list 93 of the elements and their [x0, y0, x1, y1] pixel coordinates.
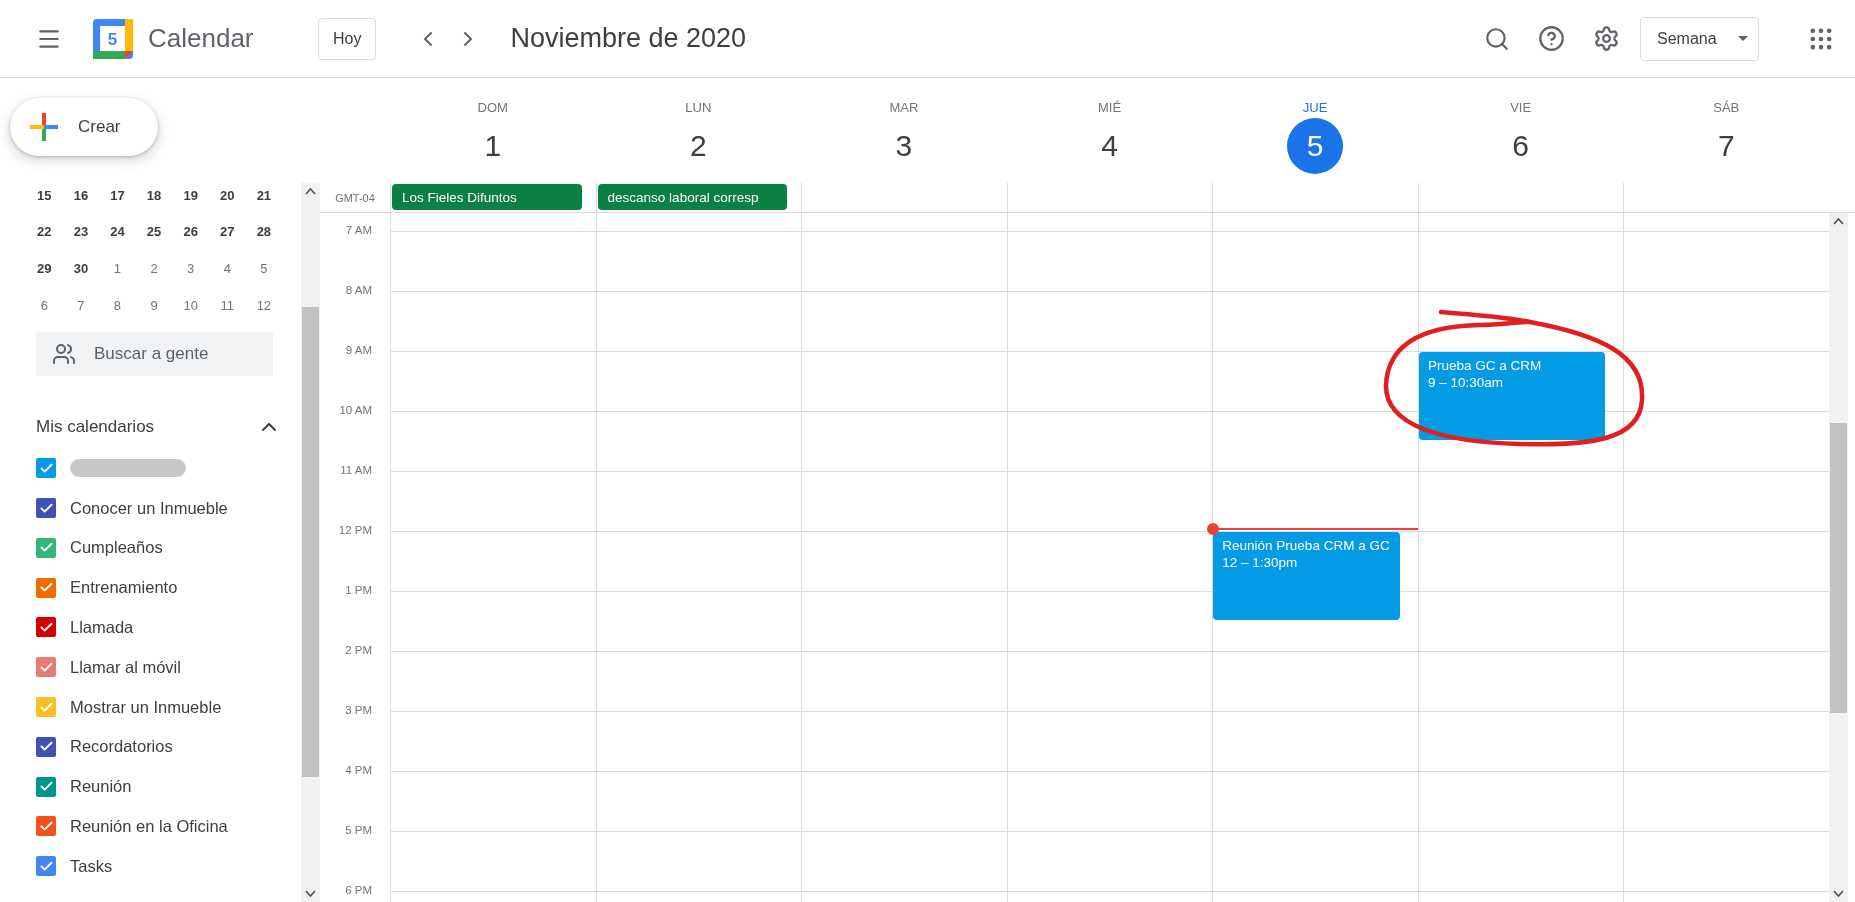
hour-label: 8 AM: [345, 284, 372, 296]
section-title: Mis calendarios: [36, 417, 155, 438]
weekday-name: DOM: [477, 100, 508, 115]
view-dropdown[interactable]: Semana: [1640, 16, 1759, 61]
mini-calendar-day[interactable]: 11: [208, 286, 246, 324]
day-number[interactable]: 2: [670, 118, 727, 174]
calendar-checkbox[interactable]: [36, 537, 56, 558]
people-search-field[interactable]: Buscar a gente: [36, 332, 273, 377]
mini-calendar-day[interactable]: 5: [245, 250, 283, 287]
period-title: Noviembre de 2020: [510, 23, 748, 54]
mini-calendar-day[interactable]: 15: [26, 183, 63, 214]
mini-calendar-day[interactable]: 4: [208, 250, 246, 287]
calendar-logo: 5: [92, 17, 134, 60]
mini-calendar-day[interactable]: 29: [26, 250, 63, 287]
mini-calendar-day[interactable]: 22: [26, 213, 63, 251]
scrollbar[interactable]: [301, 183, 320, 902]
calendar-checkbox[interactable]: [36, 816, 56, 837]
mini-calendar-day[interactable]: 20: [208, 183, 246, 214]
weekday-name: JUE: [1302, 100, 1328, 115]
day-number[interactable]: 5: [1287, 118, 1344, 174]
plus-icon: [28, 111, 60, 143]
caret-icon: [1738, 36, 1748, 41]
hour-label: 10 AM: [339, 404, 372, 416]
scrollbar[interactable]: [1829, 213, 1848, 902]
mini-calendar-day[interactable]: 8: [99, 286, 136, 324]
calendar-checkbox[interactable]: [36, 856, 56, 877]
calendar-checkbox[interactable]: [36, 458, 56, 479]
hour-label: 12 PM: [338, 524, 372, 536]
mini-calendar-day[interactable]: 21: [245, 183, 283, 214]
day-number[interactable]: 1: [464, 118, 521, 174]
mini-calendar-day[interactable]: 26: [172, 213, 209, 251]
mini-calendar-day[interactable]: 7: [62, 286, 100, 324]
mini-calendar-day[interactable]: 25: [135, 213, 173, 251]
mini-calendar-day[interactable]: 17: [99, 183, 136, 214]
mini-calendar-day[interactable]: 28: [245, 213, 283, 251]
all-day-event[interactable]: Los Fieles Difuntos: [392, 184, 582, 210]
scrollbar-thumb[interactable]: [1830, 423, 1847, 713]
calendar-checkbox[interactable]: [36, 736, 56, 757]
hour-label: 5 PM: [345, 824, 372, 836]
mini-calendar-day[interactable]: 6: [26, 286, 63, 324]
day-number[interactable]: 7: [1698, 118, 1755, 174]
day-number[interactable]: 6: [1492, 118, 1549, 174]
today-button[interactable]: Hoy: [318, 17, 377, 60]
calendar-name: Mostrar un Inmueble: [70, 697, 222, 717]
calendar-name: Reunión: [70, 777, 132, 797]
mini-calendar-day[interactable]: 23: [62, 213, 100, 251]
mini-calendar-day[interactable]: 16: [62, 183, 100, 214]
create-button[interactable]: Crear: [10, 98, 158, 156]
mini-calendar-day[interactable]: 3: [172, 250, 209, 287]
calendar-checkbox[interactable]: [36, 776, 56, 797]
calendar-checkbox[interactable]: [36, 577, 56, 598]
calendar-name: Llamada: [70, 617, 134, 637]
day-number[interactable]: 3: [875, 118, 932, 174]
calendar-checkbox[interactable]: [36, 498, 56, 519]
hour-label: 7 AM: [345, 224, 372, 236]
calendar-name: Conocer un Inmueble: [70, 498, 228, 518]
calendar-name: Llamar al móvil: [70, 657, 181, 677]
scrollbar-thumb[interactable]: [302, 307, 319, 777]
timezone-label: GMT-04: [334, 190, 376, 206]
mini-calendar-day[interactable]: 18: [135, 183, 173, 214]
weekday-name: VIE: [1510, 100, 1532, 115]
calendar-name: Entrenamiento: [70, 578, 178, 598]
mini-calendar-day[interactable]: 30: [62, 250, 100, 287]
all-day-event[interactable]: descanso laboral corresp: [597, 184, 788, 210]
day-number[interactable]: 4: [1081, 118, 1138, 174]
hour-label: 9 AM: [345, 344, 372, 356]
calendar-name: Recordatorios: [70, 737, 173, 757]
hour-label: 2 PM: [345, 644, 372, 656]
mini-calendar-day[interactable]: 9: [135, 286, 173, 324]
hour-label: 3 PM: [345, 704, 372, 716]
mini-calendar-day[interactable]: 27: [208, 213, 246, 251]
calendar-checkbox[interactable]: [36, 617, 56, 638]
calendar-name: Cumpleaños: [70, 538, 163, 558]
mini-calendar-day[interactable]: 12: [245, 286, 283, 324]
hour-label: 4 PM: [345, 764, 372, 776]
hour-label: 11 AM: [340, 464, 372, 476]
current-time-dot: [1207, 522, 1220, 535]
mini-calendar-day[interactable]: 24: [99, 213, 136, 251]
mini-calendar-day[interactable]: 1: [99, 250, 136, 287]
weekday-name: SÁB: [1713, 100, 1740, 115]
hour-label: 1 PM: [345, 584, 372, 596]
calendar-checkbox[interactable]: [36, 657, 56, 678]
app-name: Calendar: [148, 23, 255, 54]
people-icon: [52, 342, 76, 367]
weekday-name: MIÉ: [1097, 100, 1122, 115]
mini-calendar-day[interactable]: 19: [172, 183, 209, 214]
hour-label: 6 PM: [345, 884, 372, 896]
weekday-name: LUN: [685, 100, 712, 115]
calendar-name: Reunión en la Oficina: [70, 816, 228, 836]
calendar-name: Tasks: [70, 856, 113, 876]
weekday-name: MAR: [889, 100, 919, 115]
mini-calendar-day[interactable]: 2: [135, 250, 173, 287]
mini-calendar-day[interactable]: 10: [172, 286, 209, 324]
